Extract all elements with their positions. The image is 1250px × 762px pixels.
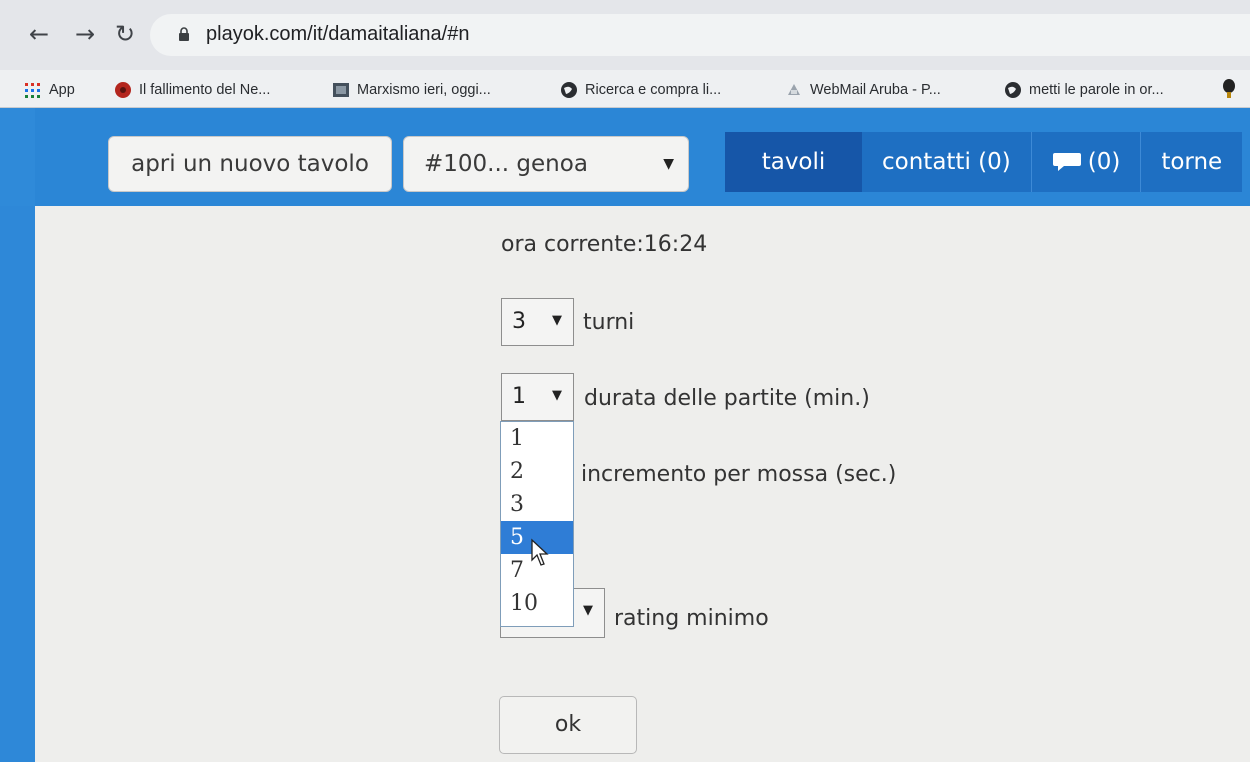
dropdown-arrow-icon: ▼ [552,313,562,328]
chat-bubble-icon [1052,153,1081,171]
duration-option[interactable]: 10 [501,587,573,620]
bookmark-apps[interactable]: App [24,78,75,102]
room-select[interactable]: #100... genoa ▼ [403,136,689,192]
duration-options-list: 1 2 3 5 7 10 [500,421,574,627]
duration-option[interactable]: 2 [501,455,573,488]
reload-icon[interactable]: ↻ [112,22,138,48]
duration-option[interactable]: 3 [501,488,573,521]
tab-tables[interactable]: tavoli [725,132,862,192]
ok-button[interactable]: ok [499,696,637,754]
forward-arrow-icon[interactable]: → [72,22,98,48]
mail-favicon-icon [788,84,800,95]
page-edge [0,206,35,762]
bookmark-3[interactable]: Ricerca e compra li... [560,78,721,102]
new-table-button[interactable]: apri un nuovo tavolo [108,136,392,192]
site-favicon-icon [333,83,349,97]
bookmarks-bar: App Il fallimento del Ne... Marxismo ier… [0,70,1250,108]
bookmark-2[interactable]: Marxismo ieri, oggi... [332,78,491,102]
back-arrow-icon[interactable]: ← [26,22,52,48]
url-text: playok.com/it/damaitaliana/#n [206,23,470,45]
increment-label: incremento per mossa (sec.) [581,462,897,487]
tab-tournaments[interactable]: torne [1140,132,1243,192]
apps-grid-icon [25,83,40,98]
duration-label: durata delle partite (min.) [584,386,870,411]
bookmark-overflow-favicon-icon[interactable] [1222,79,1236,99]
globe-icon [1005,82,1021,98]
mouse-cursor-icon [531,538,549,566]
current-time: ora corrente:16:24 [501,232,708,257]
main-tabs: tavoli contatti (0) (0) torne [725,132,1243,192]
site-favicon-icon [115,82,131,98]
bookmark-4[interactable]: WebMail Aruba - P... [785,78,941,102]
min-rating-label: rating minimo [614,606,769,631]
tab-contacts[interactable]: contatti (0) [862,132,1031,192]
bookmark-5[interactable]: metti le parole in or... [1004,78,1164,102]
dropdown-arrow-icon: ▼ [663,156,674,172]
header-edge [0,108,35,206]
bookmark-1[interactable]: Il fallimento del Ne... [114,78,270,102]
rounds-select[interactable]: 3 ▼ [501,298,574,346]
tournament-form: ora corrente:16:24 3 ▼ turni 1 ▼ durata … [0,206,1250,762]
duration-option[interactable]: 1 [501,422,573,455]
address-bar[interactable]: playok.com/it/damaitaliana/#n [150,14,1250,56]
browser-toolbar: ← → ↻ playok.com/it/damaitaliana/#n [0,0,1250,70]
dropdown-arrow-icon: ▼ [552,388,562,403]
site-header: apri un nuovo tavolo #100... genoa ▼ tav… [0,108,1250,206]
tab-messages[interactable]: (0) [1030,132,1141,192]
globe-icon [561,82,577,98]
lock-icon [179,27,189,41]
dropdown-arrow-icon: ▼ [583,603,593,618]
rounds-label: turni [583,310,635,335]
duration-select[interactable]: 1 ▼ [501,373,574,421]
room-select-value: #100... genoa [424,151,588,177]
duration-select-value: 1 [512,384,526,409]
rounds-select-value: 3 [512,309,526,334]
